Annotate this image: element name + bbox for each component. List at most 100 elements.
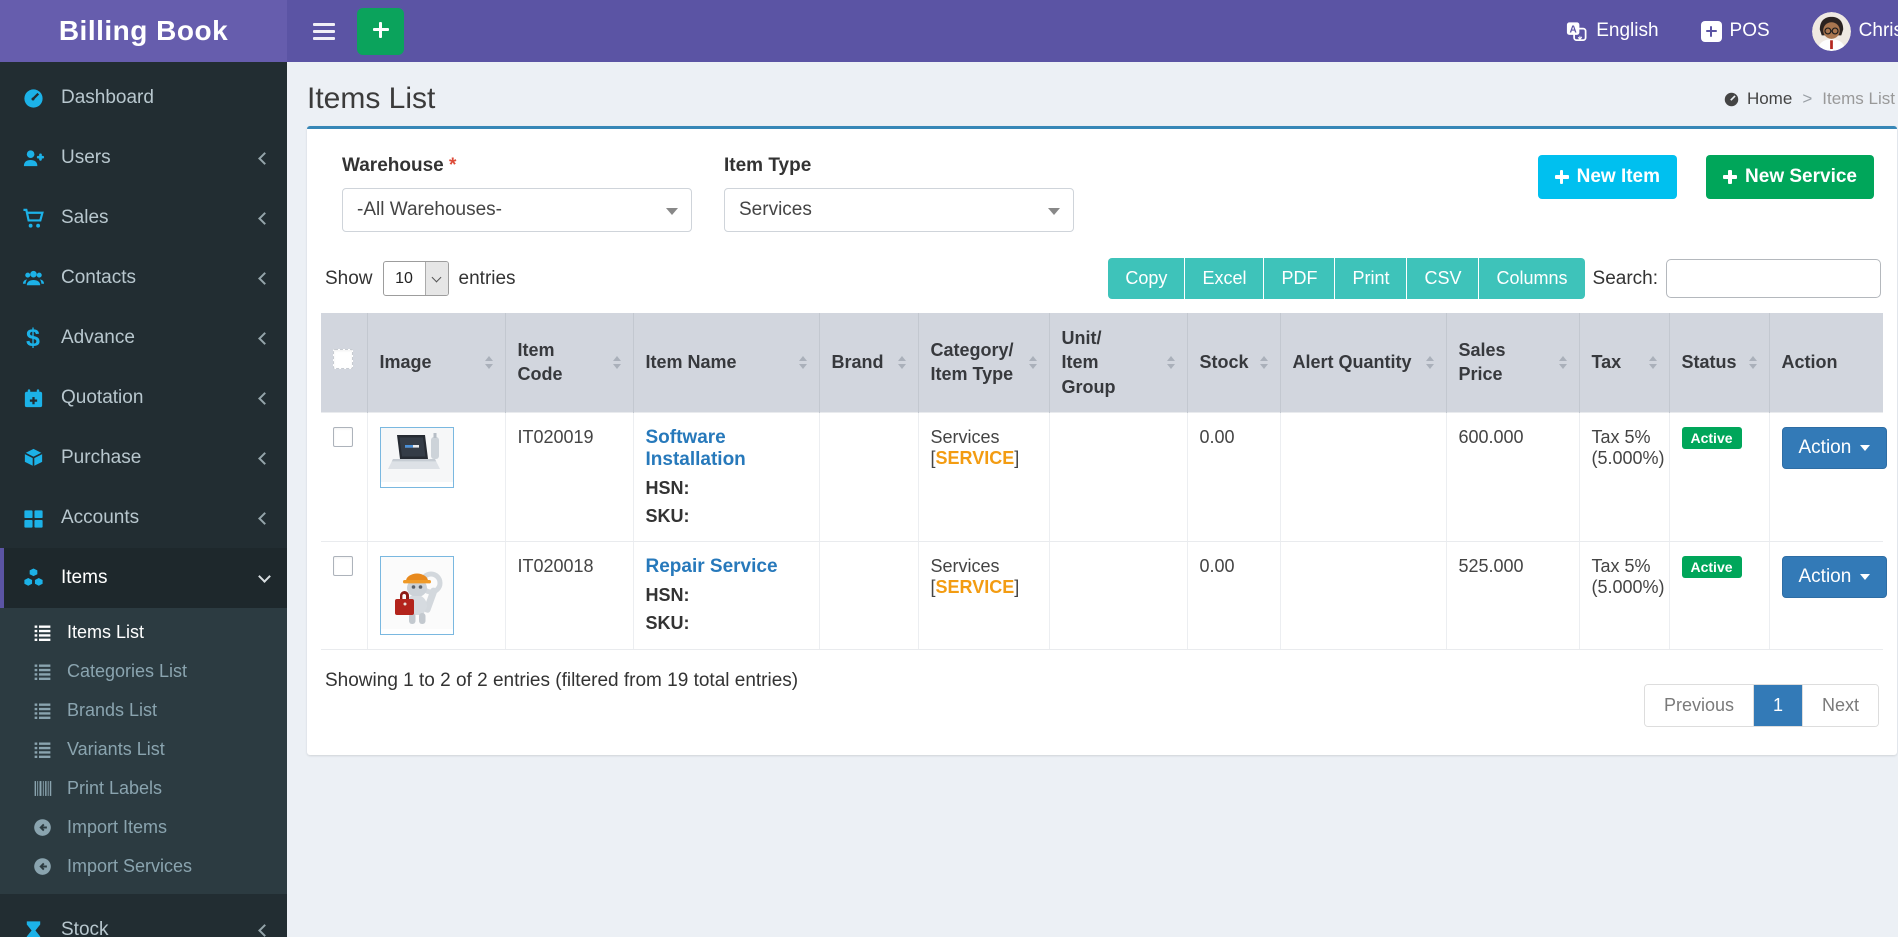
select-all-checkbox[interactable] bbox=[333, 349, 353, 370]
item-name-link[interactable]: Repair Service bbox=[646, 556, 807, 578]
cube-icon bbox=[20, 446, 46, 470]
list-icon bbox=[30, 623, 54, 643]
sku-label: SKU: bbox=[645, 612, 690, 633]
language-selector[interactable]: A English bbox=[1565, 20, 1659, 43]
col-unit[interactable]: Unit/Item Group bbox=[1049, 313, 1188, 413]
submenu-print-labels[interactable]: Print Labels bbox=[0, 769, 287, 808]
sidebar-item-contacts[interactable]: Contacts bbox=[0, 248, 287, 308]
action-dropdown-button[interactable]: Action bbox=[1781, 426, 1888, 469]
list-icon bbox=[30, 701, 54, 721]
breadcrumb: Home > Items List bbox=[1723, 89, 1895, 109]
col-tax[interactable]: Tax bbox=[1579, 313, 1670, 413]
items-list-panel: Warehouse * -All Warehouses- Item Type S… bbox=[307, 126, 1897, 755]
row-checkbox[interactable] bbox=[333, 555, 353, 576]
col-item-code[interactable]: Item Code bbox=[505, 313, 634, 413]
submenu-import-items[interactable]: Import Items bbox=[0, 808, 287, 847]
user-menu[interactable]: Chris bbox=[1811, 11, 1898, 51]
arrow-circle-left-icon bbox=[30, 857, 54, 877]
sidebar-item-purchase[interactable]: Purchase bbox=[0, 428, 287, 488]
items-submenu: Items List Categories List Brands List V… bbox=[0, 608, 287, 894]
submenu-items-list[interactable]: Items List bbox=[0, 613, 287, 652]
item-image-repair-service[interactable] bbox=[379, 555, 454, 635]
sidebar-item-users[interactable]: Users bbox=[0, 128, 287, 188]
copy-button[interactable]: Copy bbox=[1108, 258, 1186, 299]
chevron-left-icon bbox=[258, 151, 271, 165]
sidebar-item-dashboard[interactable]: Dashboard bbox=[0, 68, 287, 128]
service-tag: SERVICE bbox=[935, 447, 1015, 468]
col-stock[interactable]: Stock bbox=[1187, 313, 1281, 413]
sidebar-item-quotation[interactable]: Quotation bbox=[0, 368, 287, 428]
sort-icon bbox=[1639, 356, 1657, 369]
col-image[interactable]: Image bbox=[367, 313, 506, 413]
pagination-next[interactable]: Next bbox=[1802, 684, 1878, 726]
action-dropdown-button[interactable]: Action bbox=[1781, 555, 1888, 598]
svg-text:A: A bbox=[1570, 24, 1577, 35]
stock-cell: 0.00 bbox=[1187, 411, 1281, 542]
breadcrumb-separator: > bbox=[1802, 89, 1813, 108]
pagination: Previous 1 Next bbox=[1643, 683, 1879, 727]
table-header-row: Image Item Code Item Name Brand Category… bbox=[321, 313, 1883, 413]
pdf-button[interactable]: PDF bbox=[1264, 258, 1336, 299]
sidebar-item-stock[interactable]: Stock bbox=[0, 900, 287, 937]
chevron-down-icon bbox=[258, 569, 271, 583]
row-checkbox[interactable] bbox=[333, 426, 353, 447]
category-cell: Services bbox=[930, 426, 1000, 447]
hourglass-icon bbox=[20, 918, 46, 937]
pagination-previous[interactable]: Previous bbox=[1644, 684, 1754, 726]
item-code-cell: IT020019 bbox=[505, 411, 634, 542]
submenu-categories-list[interactable]: Categories List bbox=[0, 652, 287, 691]
avatar bbox=[1811, 11, 1851, 51]
breadcrumb-home[interactable]: Home bbox=[1723, 89, 1792, 109]
item-type-select[interactable]: Services bbox=[724, 188, 1074, 232]
col-item-name[interactable]: Item Name bbox=[633, 313, 820, 413]
item-image-software-installation[interactable] bbox=[379, 426, 454, 488]
export-buttons: Copy Excel PDF Print CSV Columns bbox=[1108, 258, 1585, 299]
quick-add-button[interactable] bbox=[357, 7, 404, 55]
submenu-brands-list[interactable]: Brands List bbox=[0, 691, 287, 730]
columns-button[interactable]: Columns bbox=[1479, 258, 1585, 299]
language-icon: A bbox=[1565, 20, 1588, 43]
csv-button[interactable]: CSV bbox=[1407, 258, 1480, 299]
caret-down-icon bbox=[666, 208, 678, 215]
sidebar-item-advance[interactable]: Advance bbox=[0, 308, 287, 368]
new-item-button[interactable]: New Item bbox=[1537, 155, 1678, 199]
datatable-controls: Show 10 entries Copy Excel PDF Print CSV… bbox=[321, 258, 1883, 313]
status-badge: Active bbox=[1681, 426, 1742, 449]
plus-icon bbox=[1554, 170, 1569, 184]
warehouse-select[interactable]: -All Warehouses- bbox=[342, 188, 692, 232]
caret-down-icon bbox=[1860, 444, 1871, 451]
user-plus-icon bbox=[20, 146, 46, 170]
pos-button[interactable]: POS bbox=[1700, 20, 1770, 42]
sidebar-item-sales[interactable]: Sales bbox=[0, 188, 287, 248]
submenu-import-services[interactable]: Import Services bbox=[0, 847, 287, 886]
hamburger-menu-button[interactable] bbox=[301, 8, 347, 54]
submenu-variants-list[interactable]: Variants List bbox=[0, 730, 287, 769]
content: Items List Home > Items List Warehouse *… bbox=[287, 62, 1898, 937]
col-sales-price[interactable]: Sales Price bbox=[1446, 313, 1580, 413]
main-area: A English POS Chris Items List Home > bbox=[287, 0, 1898, 937]
item-code-cell: IT020018 bbox=[505, 541, 634, 650]
grid-icon bbox=[20, 506, 46, 530]
col-brand[interactable]: Brand bbox=[819, 313, 919, 413]
datatable-footer: Showing 1 to 2 of 2 entries (filtered fr… bbox=[321, 650, 1883, 727]
col-status[interactable]: Status bbox=[1669, 313, 1770, 413]
page-length-select[interactable]: 10 bbox=[382, 261, 449, 296]
search-input[interactable] bbox=[1666, 259, 1881, 298]
brand-logo[interactable]: Billing Book bbox=[0, 0, 287, 62]
item-name-link[interactable]: Software Installation bbox=[646, 427, 807, 471]
sort-icon bbox=[789, 356, 807, 369]
unit-cell bbox=[1049, 411, 1188, 542]
new-service-button[interactable]: New Service bbox=[1706, 155, 1874, 199]
sidebar-item-accounts[interactable]: Accounts bbox=[0, 488, 287, 548]
filters-row: Warehouse * -All Warehouses- Item Type S… bbox=[321, 155, 1883, 232]
excel-button[interactable]: Excel bbox=[1185, 258, 1265, 299]
col-category[interactable]: Category/Item Type bbox=[918, 313, 1050, 413]
topbar: A English POS Chris bbox=[287, 0, 1898, 62]
sidebar-menu: Dashboard Users Sales Contacts Advance Q… bbox=[0, 62, 287, 608]
category-cell: Services bbox=[930, 555, 1000, 576]
sidebar-item-items[interactable]: Items bbox=[0, 548, 287, 608]
select-all-header[interactable] bbox=[321, 313, 368, 413]
print-button[interactable]: Print bbox=[1335, 258, 1408, 299]
pagination-page-1[interactable]: 1 bbox=[1753, 684, 1803, 726]
col-alert-quantity[interactable]: Alert Quantity bbox=[1280, 313, 1447, 413]
